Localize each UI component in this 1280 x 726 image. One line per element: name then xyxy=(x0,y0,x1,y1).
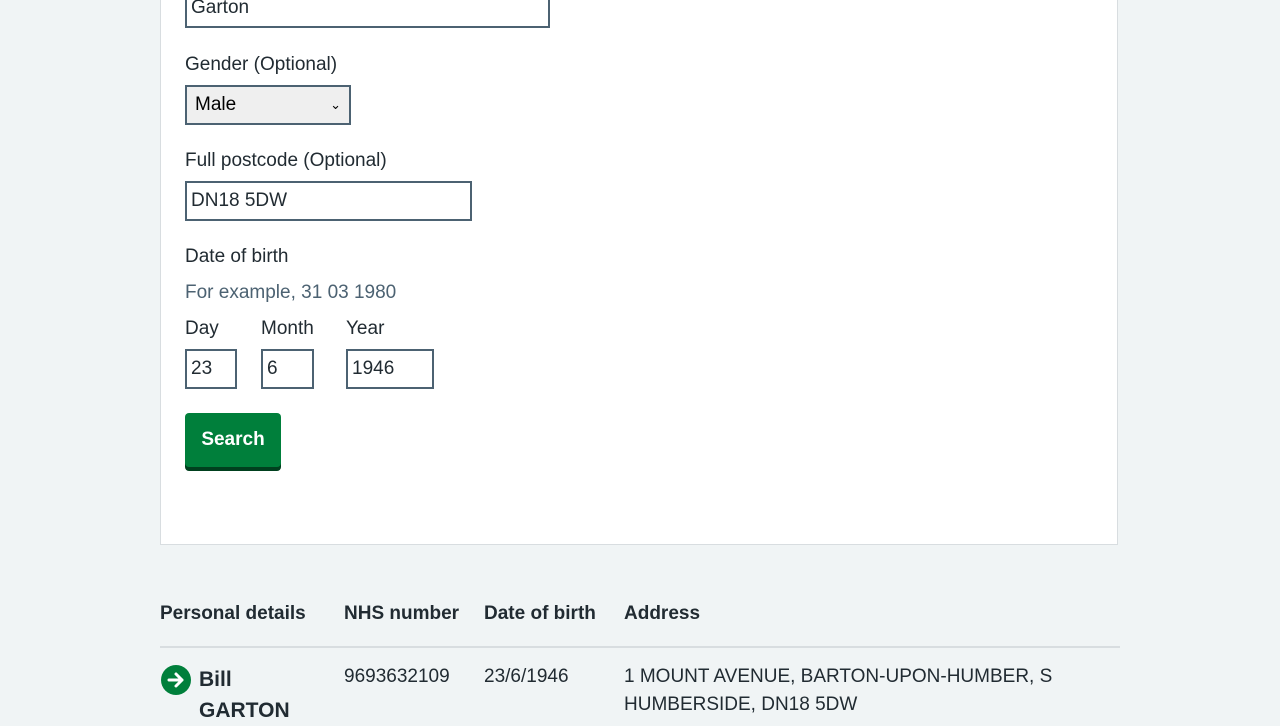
month-label: Month xyxy=(261,318,314,339)
address-line-1: 1 MOUNT AVENUE, BARTON-UPON-HUMBER, S xyxy=(624,666,1053,687)
dob-label: Date of birth xyxy=(185,246,289,267)
address-line-2: HUMBERSIDE, DN18 5DW xyxy=(624,694,858,715)
arrow-right-circle-icon[interactable] xyxy=(161,665,191,695)
postcode-input[interactable]: DN18 5DW xyxy=(185,181,472,221)
day-input[interactable]: 23 xyxy=(185,349,237,389)
surname-value: Garton xyxy=(191,0,250,18)
patient-first-name: Bill xyxy=(199,668,232,691)
search-form-card xyxy=(160,0,1118,545)
month-input[interactable]: 6 xyxy=(261,349,314,389)
month-value: 6 xyxy=(267,358,278,379)
search-button[interactable]: Search xyxy=(185,413,281,467)
patient-name-link[interactable]: Bill GARTON xyxy=(199,664,309,726)
year-input[interactable]: 1946 xyxy=(346,349,434,389)
nhs-number-cell: 9693632109 xyxy=(344,666,450,687)
day-value: 23 xyxy=(191,358,213,379)
surname-input[interactable]: Garton xyxy=(185,0,550,28)
chevron-down-icon: ⌄ xyxy=(330,97,341,112)
year-value: 1946 xyxy=(352,358,395,379)
gender-label: Gender (Optional) xyxy=(185,54,338,75)
patient-surname: GARTON xyxy=(199,699,290,722)
postcode-value: DN18 5DW xyxy=(191,190,288,211)
dob-cell: 23/6/1946 xyxy=(484,666,569,687)
gender-selected-value: Male xyxy=(195,94,237,115)
address-cell: 1 MOUNT AVENUE, BARTON-UPON-HUMBER, S HU… xyxy=(624,663,1064,719)
year-label: Year xyxy=(346,318,385,339)
dob-hint: For example, 31 03 1980 xyxy=(185,282,397,303)
header-date-of-birth: Date of birth xyxy=(484,603,596,624)
day-label: Day xyxy=(185,318,219,339)
gender-select[interactable]: Male ⌄ xyxy=(185,85,351,125)
postcode-label: Full postcode (Optional) xyxy=(185,150,387,171)
header-personal-details: Personal details xyxy=(160,603,306,624)
table-header-divider xyxy=(160,646,1120,648)
header-address: Address xyxy=(624,603,701,624)
header-nhs-number: NHS number xyxy=(344,603,460,624)
